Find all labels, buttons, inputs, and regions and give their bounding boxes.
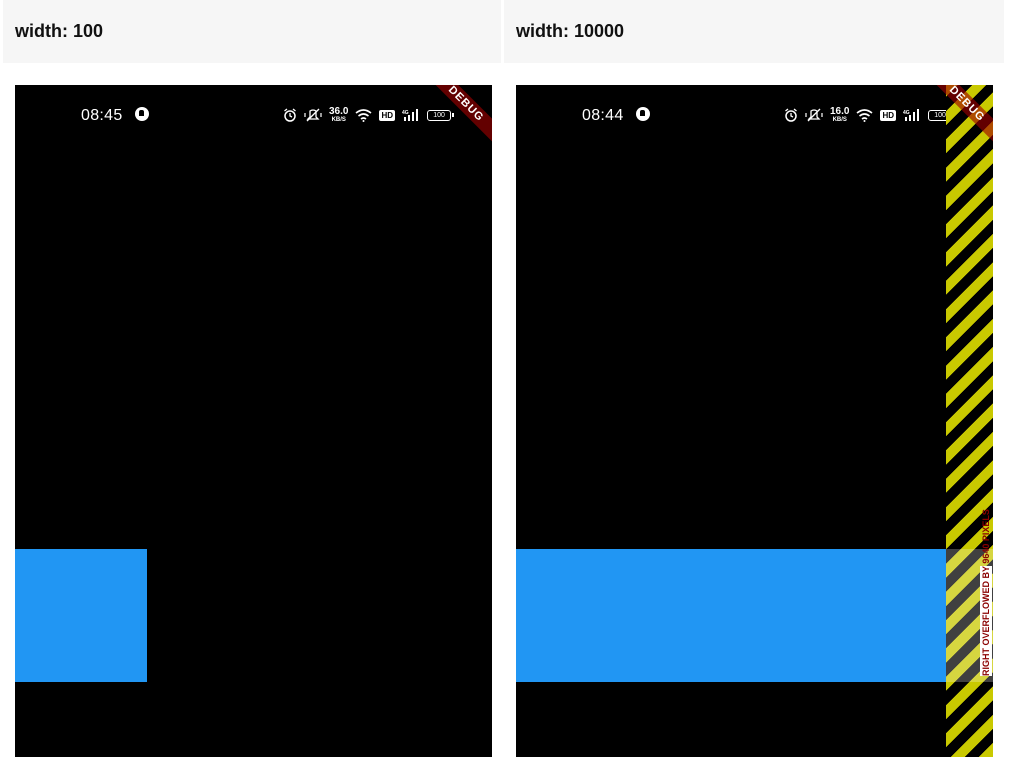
hd-badge: HD (379, 109, 396, 121)
wifi-icon (355, 108, 372, 122)
hd-badge: HD (880, 109, 897, 121)
net-speed: 36.0 KB/S (329, 106, 349, 124)
status-icons: 36.0 KB/S HD 4G 100 (283, 104, 455, 126)
net-speed-value: 16.0 (830, 106, 850, 117)
net-speed-unit: KB/S (331, 117, 346, 123)
phone-screen-left: 08:45 36.0 KB/S HD 4G 100 DEBUG (15, 85, 492, 757)
net-speed-value: 36.0 (329, 106, 349, 117)
svg-text:4G: 4G (402, 110, 409, 116)
mute-vibrate-icon (304, 108, 322, 122)
app-notification-icon (636, 107, 650, 121)
alarm-icon (284, 108, 296, 122)
status-icons: 16.0 KB/S HD 4G 100 (784, 104, 956, 126)
blue-container-width-10000 (516, 549, 993, 682)
signal-icon: 4G (402, 108, 419, 121)
mute-vibrate-icon (805, 108, 823, 122)
battery-level: 100 (433, 111, 445, 119)
phone-screen-right: 08:44 16.0 KB/S HD 4G 100 DEBUG RIGHT OV… (516, 85, 993, 757)
signal-icon: 4G (903, 108, 920, 121)
panel-title-right: width: 10000 (516, 21, 625, 41)
status-time: 08:45 (81, 107, 123, 124)
battery-level: 100 (934, 111, 946, 119)
net-speed: 16.0 KB/S (830, 106, 850, 124)
battery-icon: 100 (427, 109, 455, 121)
panel-header-left: width: 100 (3, 0, 501, 63)
overflow-message: RIGHT OVERFLOWED BY 9640 PIXELS (980, 509, 992, 676)
status-time: 08:44 (582, 107, 624, 124)
blue-container-width-100 (15, 549, 147, 682)
app-notification-icon (135, 107, 149, 121)
panel-title-left: width: 100 (15, 21, 104, 41)
panel-header-right: width: 10000 (504, 0, 1004, 63)
net-speed-unit: KB/S (832, 117, 847, 123)
wifi-icon (856, 108, 873, 122)
svg-text:4G: 4G (903, 110, 910, 116)
alarm-icon (785, 108, 797, 122)
